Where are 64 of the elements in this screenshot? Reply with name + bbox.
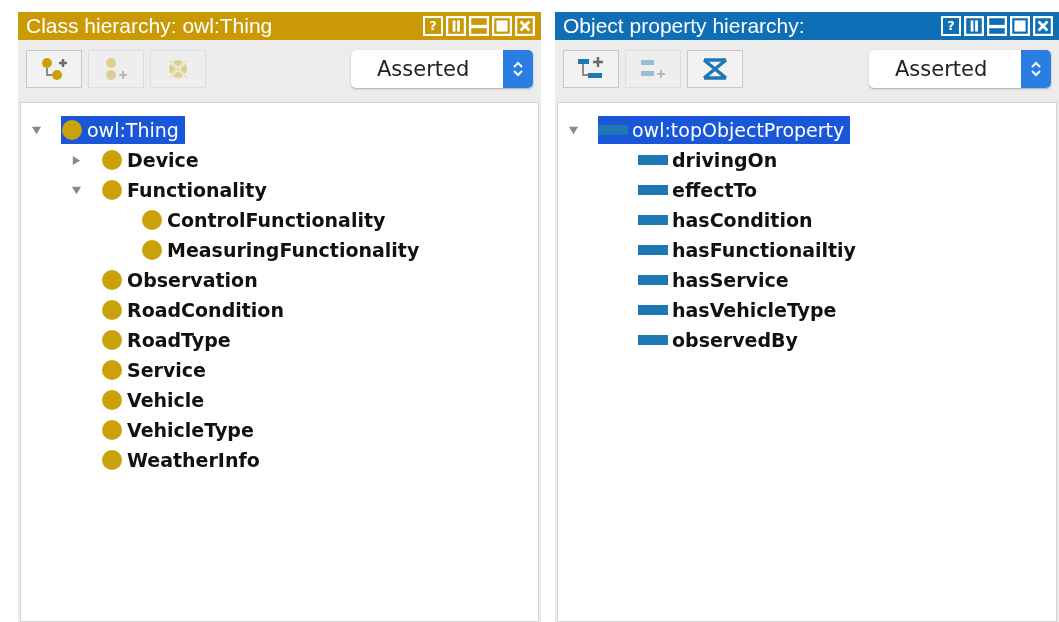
close-icon[interactable]: [515, 16, 535, 36]
class-icon: [101, 389, 123, 411]
tree-item[interactable]: drivingOn: [638, 146, 784, 174]
class-icon: [101, 419, 123, 441]
class-icon: [101, 449, 123, 471]
tree-item[interactable]: RoadType: [101, 326, 237, 354]
tree-item[interactable]: VehicleType: [101, 416, 260, 444]
property-icon: [598, 123, 628, 137]
chevron-icon: [1030, 60, 1042, 78]
split-view-icon[interactable]: [446, 16, 466, 36]
tree-item[interactable]: Observation: [101, 266, 264, 294]
tree-item[interactable]: hasCondition: [638, 206, 819, 234]
tree-item[interactable]: hasService: [638, 266, 795, 294]
class-icon: [141, 209, 163, 231]
property-icon: [638, 213, 668, 227]
class-icon: [101, 269, 123, 291]
tree-item[interactable]: Functionality: [101, 176, 273, 204]
delete-button[interactable]: [687, 50, 743, 88]
property-icon: [638, 303, 668, 317]
property-icon: [638, 183, 668, 197]
tree-item[interactable]: MeasuringFunctionality: [141, 236, 426, 264]
maximize-icon[interactable]: [1010, 16, 1030, 36]
split-view-icon[interactable]: [964, 16, 984, 36]
tree-item[interactable]: RoadCondition: [101, 296, 290, 324]
chevron-icon: [512, 60, 524, 78]
class-icon: [141, 239, 163, 261]
help-button[interactable]: ?: [941, 16, 961, 36]
class-icon: [61, 119, 83, 141]
property-icon: [638, 273, 668, 287]
class-icon: [101, 179, 123, 201]
property-icon: [638, 333, 668, 347]
tree-item[interactable]: ControlFunctionality: [141, 206, 392, 234]
add-child-button[interactable]: [26, 50, 82, 88]
expanded-arrow-icon[interactable]: [568, 124, 579, 136]
view-dropdown[interactable]: Asserted: [869, 50, 1051, 88]
property-icon: [638, 243, 668, 257]
tree-item[interactable]: owl:Thing: [61, 116, 185, 144]
tree-item[interactable]: effectTo: [638, 176, 763, 204]
view-dropdown[interactable]: Asserted: [351, 50, 533, 88]
tree-item[interactable]: Vehicle: [101, 386, 211, 414]
expanded-arrow-icon[interactable]: [31, 124, 42, 136]
tree-item[interactable]: hasVehicleType: [638, 296, 843, 324]
property-icon: [638, 153, 668, 167]
tree-item[interactable]: Service: [101, 356, 212, 384]
add-subclass-icon: [39, 56, 69, 82]
class-icon: [101, 299, 123, 321]
tree-item[interactable]: hasFunctionailtiy: [638, 236, 862, 264]
delete-property-icon: [700, 56, 730, 82]
tree-item[interactable]: owl:topObjectProperty: [598, 116, 851, 144]
maximize-icon[interactable]: [492, 16, 512, 36]
close-icon[interactable]: [1033, 16, 1053, 36]
tree-item[interactable]: observedBy: [638, 326, 804, 354]
class-icon: [101, 359, 123, 381]
tree-item[interactable]: WeatherInfo: [101, 446, 266, 474]
class-icon: [101, 149, 123, 171]
tree-item[interactable]: Device: [101, 146, 205, 174]
class-icon: [101, 329, 123, 351]
collapsed-arrow-icon[interactable]: [71, 154, 82, 166]
expanded-arrow-icon[interactable]: [71, 184, 82, 196]
minimize-icon[interactable]: [987, 16, 1007, 36]
panel-title: Object property hierarchy:: [563, 14, 805, 38]
add-child-button[interactable]: [563, 50, 619, 88]
minimize-icon[interactable]: [469, 16, 489, 36]
panel-title: Class hierarchy: owl:Thing: [26, 14, 273, 38]
